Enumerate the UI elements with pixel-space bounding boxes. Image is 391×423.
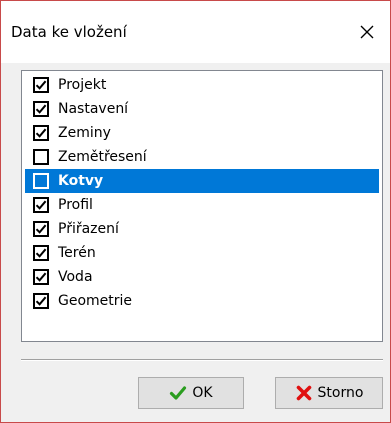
list-item[interactable]: Nastavení xyxy=(25,97,379,121)
list-item[interactable]: Terén xyxy=(25,241,379,265)
data-checklist[interactable]: Projekt Nastavení Zeminy Zemětřesení Kot… xyxy=(21,70,383,342)
list-item-label: Profil xyxy=(58,197,93,213)
checkbox[interactable] xyxy=(33,173,49,189)
cancel-button[interactable]: Storno xyxy=(275,377,383,409)
list-item-label: Zeminy xyxy=(58,125,111,141)
list-item-selected[interactable]: Kotvy xyxy=(25,169,379,193)
list-item[interactable]: Projekt xyxy=(25,73,379,97)
checkmark xyxy=(35,224,47,234)
list-item-label: Kotvy xyxy=(58,173,104,189)
checkmark xyxy=(35,200,47,210)
cancel-button-label: Storno xyxy=(317,385,364,401)
list-item-label: Terén xyxy=(58,245,96,261)
checkbox[interactable] xyxy=(33,269,49,285)
list-item-label: Nastavení xyxy=(58,101,129,117)
checkmark xyxy=(35,104,47,114)
list-item[interactable]: Zeminy xyxy=(25,121,379,145)
list-item-label: Zemětřesení xyxy=(58,149,147,165)
checkbox[interactable] xyxy=(33,101,49,117)
close-icon[interactable] xyxy=(358,23,376,41)
separator xyxy=(21,359,383,361)
checkmark xyxy=(35,80,47,90)
checkbox[interactable] xyxy=(33,77,49,93)
list-item[interactable]: Profil xyxy=(25,193,379,217)
list-item[interactable]: Přiřazení xyxy=(25,217,379,241)
list-item-label: Geometrie xyxy=(58,293,133,309)
checkbox[interactable] xyxy=(33,293,49,309)
checkbox[interactable] xyxy=(33,125,49,141)
ok-button-label: OK xyxy=(192,385,213,401)
checkmark xyxy=(35,272,47,282)
list-item-label: Voda xyxy=(58,269,93,285)
checkmark xyxy=(35,248,47,258)
x-cross-icon xyxy=(296,385,311,401)
list-item[interactable]: Geometrie xyxy=(25,289,379,313)
checkbox[interactable] xyxy=(33,149,49,165)
checkbox[interactable] xyxy=(33,245,49,261)
list-item[interactable]: Voda xyxy=(25,265,379,289)
ok-button[interactable]: OK xyxy=(138,377,244,409)
checkbox[interactable] xyxy=(33,197,49,213)
list-item-label: Přiřazení xyxy=(58,221,119,237)
dialog-title: Data ke vložení xyxy=(11,23,127,41)
dialog-window: Data ke vložení Projekt Nastavení Zeminy… xyxy=(0,0,391,423)
title-bar[interactable]: Data ke vložení xyxy=(1,1,390,63)
checkbox[interactable] xyxy=(33,221,49,237)
list-item[interactable]: Zemětřesení xyxy=(25,145,379,169)
checkmark xyxy=(35,128,47,138)
list-item-label: Projekt xyxy=(58,77,107,93)
checkmark xyxy=(35,296,47,306)
checkmark-icon xyxy=(170,386,187,400)
